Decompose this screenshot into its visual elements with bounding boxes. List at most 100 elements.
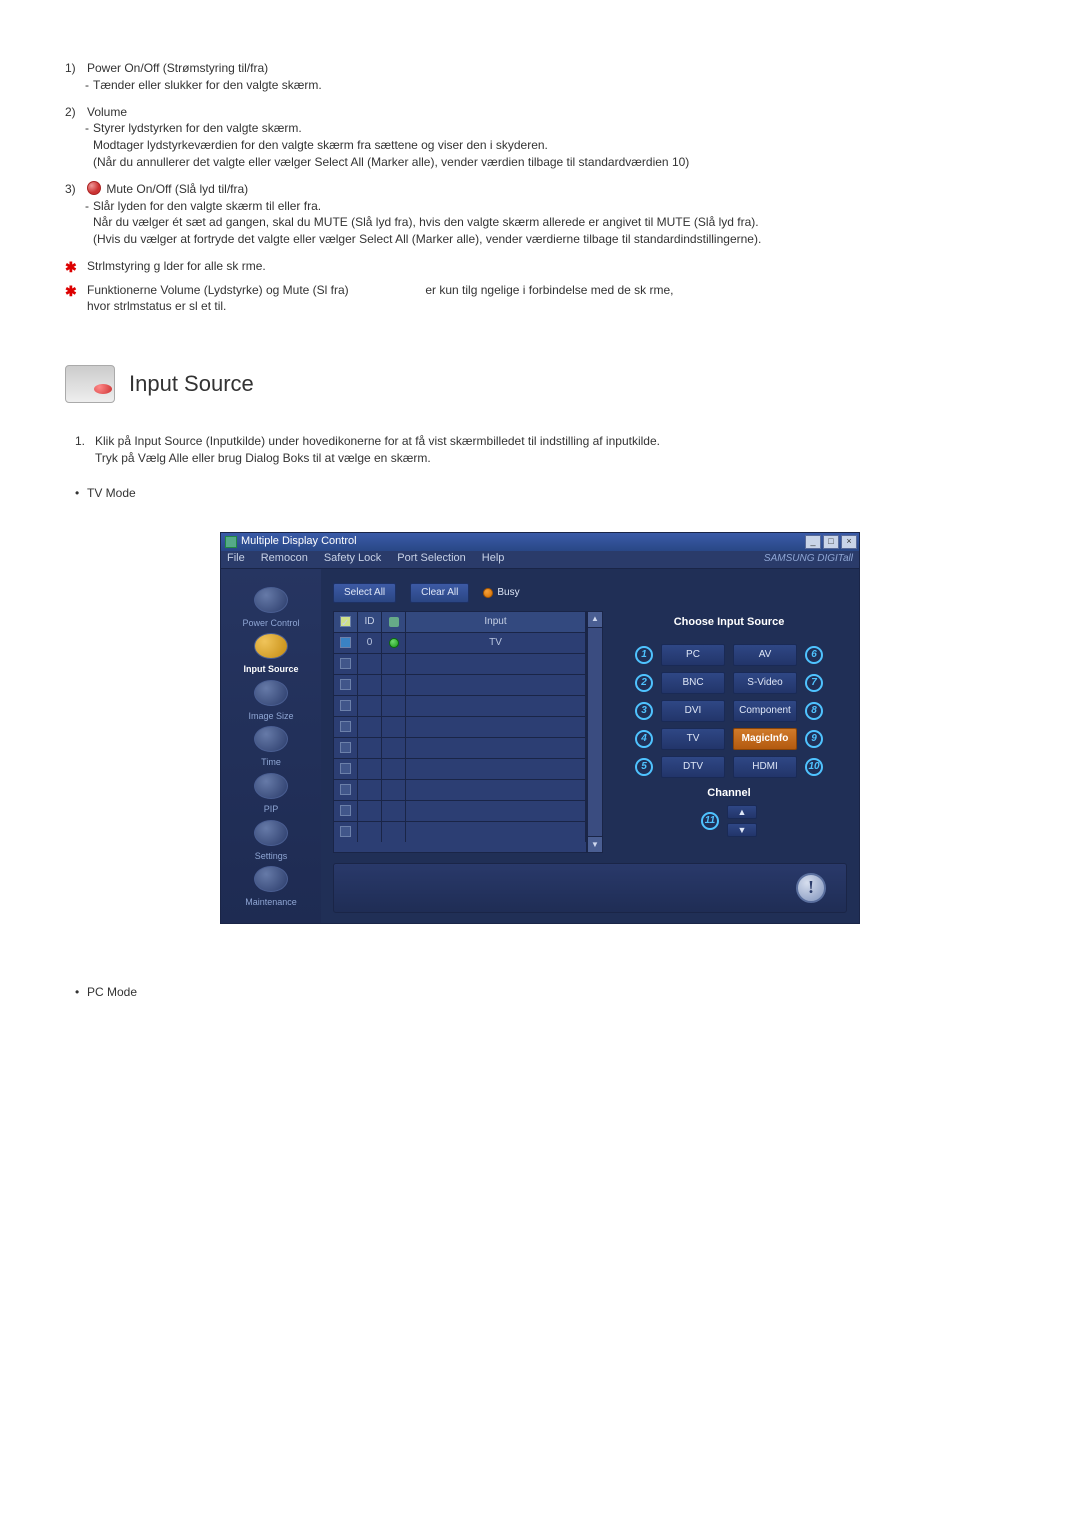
source-pc-button[interactable]: PC — [661, 644, 725, 666]
clear-all-button[interactable]: Clear All — [410, 583, 469, 603]
checkbox-icon[interactable]: ✓ — [340, 616, 351, 627]
panel-title: Choose Input Source — [615, 615, 843, 630]
menu-help[interactable]: Help — [482, 551, 505, 566]
source-hdmi-button[interactable]: HDMI — [733, 756, 797, 778]
callout-3: 3 — [635, 702, 653, 720]
row-checkbox[interactable] — [340, 679, 351, 690]
info-icon[interactable]: ! — [796, 873, 826, 903]
menu-port-selection[interactable]: Port Selection — [397, 551, 465, 566]
pip-icon — [254, 773, 288, 799]
callout-5: 5 — [635, 758, 653, 776]
table-row[interactable] — [334, 674, 586, 695]
item-1-line1: Tænder eller slukker for den valgte skær… — [93, 78, 322, 92]
source-magicinfo-button[interactable]: MagicInfo — [733, 728, 797, 750]
item-3-line1: Slår lyden for den valgte skærm til elle… — [93, 199, 321, 213]
app-window: Multiple Display Control _ □ × File Remo… — [220, 532, 860, 924]
sidebar-item-pip[interactable]: PIP — [227, 773, 315, 816]
power-icon — [254, 587, 288, 613]
col-id: ID — [358, 612, 382, 632]
source-dtv-button[interactable]: DTV — [661, 756, 725, 778]
table-row[interactable]: 0 TV — [334, 632, 586, 653]
col-input: Input — [406, 612, 586, 632]
channel-up-button[interactable]: ▲ — [727, 805, 757, 819]
choose-input-panel: Choose Input Source 1 PC AV 6 2 BNC S-Vi… — [611, 611, 847, 853]
table-row[interactable] — [334, 653, 586, 674]
row-checkbox[interactable] — [340, 658, 351, 669]
col-checkbox: ✓ — [334, 612, 358, 632]
row-checkbox[interactable] — [340, 784, 351, 795]
item-2-num: 2) — [65, 104, 87, 121]
scroll-up-button[interactable]: ▲ — [588, 612, 602, 628]
item-2-line2: Modtager lydstyrkeværdien for den valgte… — [65, 137, 1015, 154]
row-checkbox[interactable] — [340, 637, 351, 648]
section-title: Input Source — [129, 369, 254, 400]
sidebar-label: PIP — [227, 803, 315, 816]
mute-icon — [87, 181, 101, 195]
titlebar[interactable]: Multiple Display Control _ □ × — [221, 533, 859, 551]
callout-10: 10 — [805, 758, 823, 776]
close-button[interactable]: × — [841, 535, 857, 549]
image-size-icon — [254, 680, 288, 706]
callout-9: 9 — [805, 730, 823, 748]
menu-remocon[interactable]: Remocon — [261, 551, 308, 566]
table-row[interactable] — [334, 695, 586, 716]
item-3-line2: Når du vælger ét sæt ad gangen, skal du … — [65, 214, 1015, 231]
callout-2: 2 — [635, 674, 653, 692]
callout-7: 7 — [805, 674, 823, 692]
item-1-title: Power On/Off (Strømstyring til/fra) — [87, 60, 1015, 77]
tv-mode-bullet: • TV Mode — [75, 485, 1015, 502]
channel-down-button[interactable]: ▼ — [727, 823, 757, 837]
row-checkbox[interactable] — [340, 763, 351, 774]
menu-file[interactable]: File — [227, 551, 245, 566]
row-checkbox[interactable] — [340, 742, 351, 753]
row-checkbox[interactable] — [340, 721, 351, 732]
table-header: ✓ ID Input — [334, 612, 586, 632]
pc-mode-text: PC Mode — [87, 984, 137, 1001]
input-source-header-icon — [65, 365, 115, 403]
item-2-title: Volume — [87, 104, 1015, 121]
source-dvi-button[interactable]: DVI — [661, 700, 725, 722]
sidebar-item-time[interactable]: Time — [227, 726, 315, 769]
note2-part-b: er kun tilg ngelige i forbindelse med de… — [425, 283, 673, 297]
callout-4: 4 — [635, 730, 653, 748]
item-3-title: Mute On/Off (Slå lyd til/fra) — [106, 182, 248, 196]
table-row[interactable] — [334, 716, 586, 737]
source-av-button[interactable]: AV — [733, 644, 797, 666]
table-row[interactable] — [334, 737, 586, 758]
col-status — [382, 612, 406, 632]
tv-mode-text: TV Mode — [87, 485, 136, 502]
sidebar-item-settings[interactable]: Settings — [227, 820, 315, 863]
row-checkbox[interactable] — [340, 805, 351, 816]
source-bnc-button[interactable]: BNC — [661, 672, 725, 694]
sidebar-item-input-source[interactable]: Input Source — [227, 633, 315, 676]
minimize-button[interactable]: _ — [805, 535, 821, 549]
table-row[interactable] — [334, 779, 586, 800]
maximize-button[interactable]: □ — [823, 535, 839, 549]
table-scrollbar[interactable]: ▲ ▼ — [587, 611, 603, 853]
source-tv-button[interactable]: TV — [661, 728, 725, 750]
star-icon: ✱ — [65, 282, 87, 316]
window-title: Multiple Display Control — [241, 534, 357, 549]
note1-text: Strlmstyring g lder for alle sk rme. — [87, 258, 1015, 278]
row-checkbox[interactable] — [340, 826, 351, 837]
source-svideo-button[interactable]: S-Video — [733, 672, 797, 694]
menu-safety-lock[interactable]: Safety Lock — [324, 551, 381, 566]
sidebar-item-maintenance[interactable]: Maintenance — [227, 866, 315, 909]
row-input: TV — [406, 633, 586, 653]
sidebar-item-image-size[interactable]: Image Size — [227, 680, 315, 723]
scroll-down-button[interactable]: ▼ — [588, 836, 602, 852]
row-checkbox[interactable] — [340, 700, 351, 711]
star-icon: ✱ — [65, 258, 87, 278]
table-row[interactable] — [334, 821, 586, 842]
source-component-button[interactable]: Component — [733, 700, 797, 722]
sidebar-label: Maintenance — [227, 896, 315, 909]
sidebar-item-power-control[interactable]: Power Control — [227, 587, 315, 630]
asterisk-note-1: ✱ Strlmstyring g lder for alle sk rme. — [65, 258, 1015, 278]
asterisk-note-2: ✱ Funktionerne Volume (Lydstyrke) og Mut… — [65, 282, 1015, 316]
select-all-button[interactable]: Select All — [333, 583, 396, 603]
step-1-line2: Tryk på Vælg Alle eller brug Dialog Boks… — [95, 450, 660, 467]
sidebar-label: Image Size — [227, 710, 315, 723]
table-row[interactable] — [334, 800, 586, 821]
table-row[interactable] — [334, 758, 586, 779]
menubar: File Remocon Safety Lock Port Selection … — [221, 551, 859, 569]
